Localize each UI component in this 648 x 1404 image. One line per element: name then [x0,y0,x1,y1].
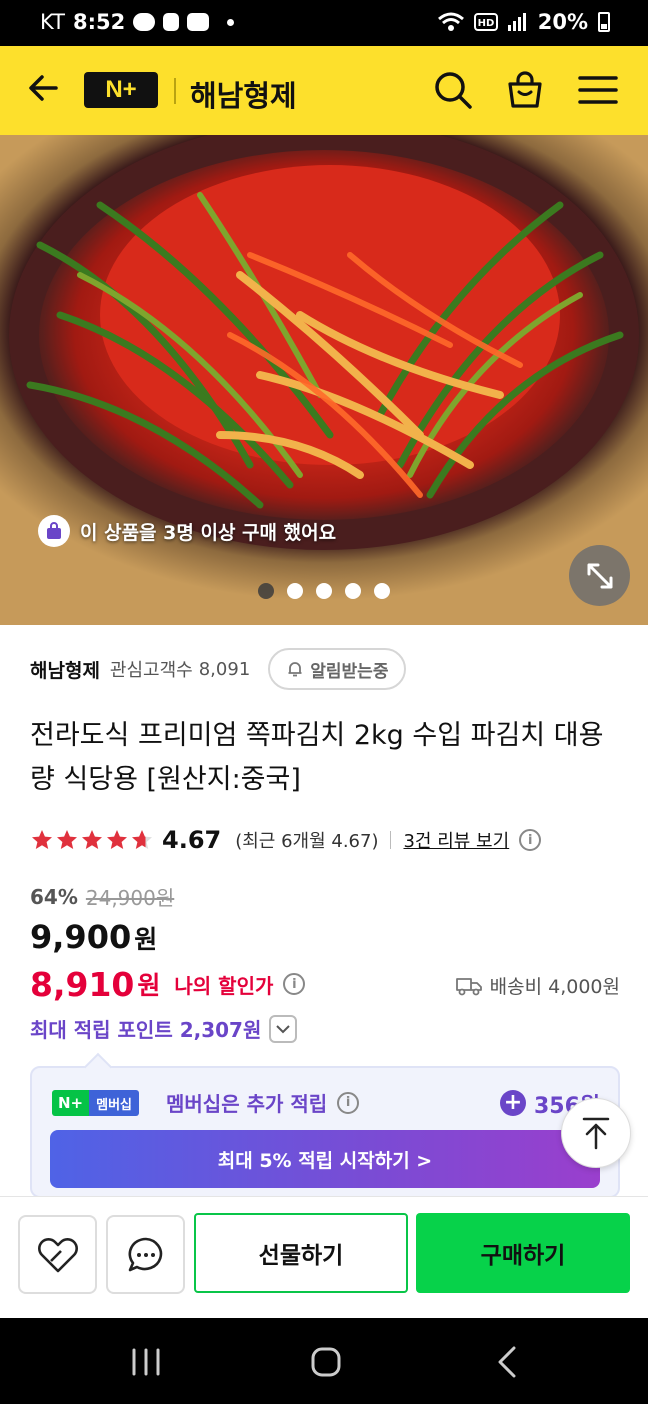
alarm-subscribed-button[interactable]: 알림받는중 [268,648,407,690]
status-right: HD 20% [437,10,610,34]
header-divider [174,78,176,104]
expand-arrows-icon [587,563,612,588]
sale-price: 9,900 [30,918,132,956]
recent-apps-icon[interactable] [124,1340,168,1384]
notification-dot-icon [227,18,235,26]
seller-row: 해남형제 관심고객수 8,091 알림받는중 [30,648,630,690]
back-icon[interactable] [486,1340,530,1384]
arrow-up-icon [582,1117,610,1150]
my-price-label: 나의 할인가 [174,973,274,998]
wifi-icon [437,12,464,31]
my-discount-price: 8,910 [30,964,135,1004]
my-price-row: 8,910 원 나의 할인가 i 배송비 4,000원 [30,962,620,1006]
signal-icon [507,13,526,31]
chat-bubble-icon [128,1237,162,1271]
membership-logo: N+ [52,1090,90,1116]
battery-icon [598,12,610,32]
battery-percent: 20% [537,10,588,34]
store-title[interactable]: 해남형제 [190,73,297,115]
rating-recent: (최근 6개월 4.67) [235,831,379,852]
home-icon[interactable] [304,1340,348,1384]
sim-icon [163,13,180,31]
voicemail-icon [187,13,210,31]
discount-rate: 64% [30,884,78,909]
wishlist-button[interactable] [18,1215,97,1294]
plus-icon: + [500,1090,526,1116]
discount-row: 64% 24,900원 [30,882,174,911]
carrier-label: KT [40,10,65,34]
membership-box: N+ 멤버십 멤버십은 추가 적립 i + 356원 최대 5% 적립 시작하기… [30,1066,620,1198]
star-icon [107,830,127,849]
chat-button[interactable] [106,1215,185,1294]
carousel-dot[interactable] [345,583,361,599]
review-link[interactable]: 3건 리뷰 보기 [403,827,509,853]
my-price-currency: 원 [137,971,161,1000]
info-icon[interactable]: i [283,973,306,995]
rating-row: 4.67 (최근 6개월 4.67) 3건 리뷰 보기 i [30,822,542,858]
star-icon [57,830,77,849]
status-bar: KT 8:52 HD 20% [0,0,648,46]
search-icon[interactable] [431,68,475,112]
shipping-fee: 배송비 4,000원 [489,976,620,998]
original-price: 24,900원 [85,886,175,910]
fans-label: 관심고객수 [109,660,193,681]
logo-text: N+ [105,76,137,103]
rating-stars [30,828,154,852]
truck-icon [455,977,482,995]
svg-text:HD: HD [477,18,494,29]
expand-image-button[interactable] [569,545,630,606]
bell-icon [288,662,302,677]
carousel-dot[interactable] [374,583,390,599]
bottom-action-bar: 선물하기 구매하기 [0,1196,648,1318]
star-icon [82,830,102,849]
info-icon[interactable]: i [519,829,542,851]
product-title: 전라도식 프리미엄 쪽파김치 2kg 수입 파김치 대용량 식당용 [원산지:중… [30,720,604,795]
shopping-bag-icon[interactable] [503,68,547,112]
app-header: N+ 해남형제 [0,46,648,135]
menu-icon[interactable] [576,68,620,112]
membership-badge: N+ 멤버십 [52,1090,140,1116]
purchase-count-text: 이 상품을 3명 이상 구매 했어요 [80,521,337,544]
max-points-text: 최대 적립 포인트 2,307원 [30,1018,262,1042]
status-left: KT 8:52 [40,10,235,34]
naver-plus-logo[interactable]: N+ [84,72,158,108]
purchase-count-badge: 이 상품을 3명 이상 구매 했어요 [38,511,336,551]
wishlist-heart-icon [37,1237,78,1272]
alarm-label: 알림받는중 [310,661,389,682]
carousel-dot[interactable] [258,583,274,599]
rating-score: 4.67 [162,826,222,854]
fans-count: 8,091 [198,658,251,680]
currency-unit: 원 [134,925,158,954]
star-partial-icon [132,830,152,849]
membership-text-wrap: 멤버십은 추가 적립 i [166,1088,360,1117]
info-icon[interactable]: i [337,1091,360,1114]
buy-button[interactable]: 구매하기 [416,1213,630,1293]
back-arrow-icon[interactable] [22,66,66,110]
carousel-dot[interactable] [287,583,303,599]
product-image-carousel[interactable]: 이 상품을 3명 이상 구매 했어요 [0,135,648,625]
price-row: 9,900 원 [30,918,157,956]
rating-separator [390,831,392,849]
talk-icon [133,13,156,31]
seller-name[interactable]: 해남형제 [30,656,100,683]
chevron-down-icon[interactable] [269,1014,298,1043]
carousel-dot[interactable] [316,583,332,599]
points-row[interactable]: 최대 적립 포인트 2,307원 [30,1014,298,1043]
clock: 8:52 [72,10,126,34]
star-icon [32,830,52,849]
carousel-indicators [258,583,390,599]
hd-icon: HD [473,13,498,31]
membership-badge-label: 멤버십 [89,1090,140,1116]
shipping-info: 배송비 4,000원 [455,972,620,999]
kimchi-photo [9,135,639,550]
membership-start-button[interactable]: 최대 5% 적립 시작하기 > [50,1130,600,1188]
small-bag-icon [38,515,70,547]
scroll-to-top-button[interactable] [561,1098,631,1168]
gift-button[interactable]: 선물하기 [194,1213,408,1293]
android-navigation-bar [0,1318,648,1404]
membership-text: 멤버십은 추가 적립 [166,1092,328,1116]
